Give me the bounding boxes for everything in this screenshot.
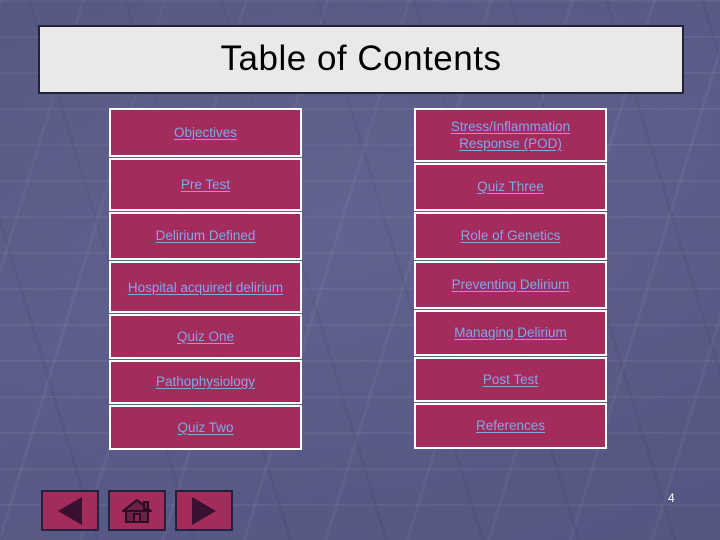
back-button[interactable] <box>41 490 99 531</box>
navigation-bar <box>41 490 233 531</box>
toc-link-label: Quiz One <box>176 328 235 344</box>
toc-link-quiz-three[interactable]: Quiz Three <box>414 163 607 211</box>
slide-canvas: Table of Contents Objectives Pre Test De… <box>0 0 720 540</box>
toc-link-label: Preventing Delirium <box>451 277 570 292</box>
toc-link-label: Managing Delirium <box>454 325 567 340</box>
toc-link-label: Delirium Defined <box>155 228 256 243</box>
toc-link-quiz-two[interactable]: Quiz Two <box>109 405 302 450</box>
toc-link-managing-delirium[interactable]: Managing Delirium <box>414 310 607 356</box>
toc-link-references[interactable]: References <box>414 403 607 449</box>
toc-link-label: Pathophysiology <box>155 374 256 389</box>
toc-link-stress-inflammation-response-pod[interactable]: Stress/Inflammation Response (POD) <box>414 108 607 162</box>
toc-link-delirium-defined[interactable]: Delirium Defined <box>109 212 302 260</box>
toc-link-post-test[interactable]: Post Test <box>414 357 607 402</box>
toc-link-role-of-genetics[interactable]: Role of Genetics <box>414 212 607 260</box>
toc-link-label: Post Test <box>482 371 539 387</box>
toc-link-quiz-one[interactable]: Quiz One <box>109 314 302 359</box>
toc-link-pre-test[interactable]: Pre Test <box>109 158 302 211</box>
toc-link-label: Objectives <box>173 124 238 140</box>
toc-link-label: Quiz Three <box>477 179 544 194</box>
toc-link-label: Stress/Inflammation Response (POD) <box>450 119 571 151</box>
toc-left-column: Objectives Pre Test Delirium Defined Hos… <box>109 108 302 451</box>
triangle-left-icon <box>58 496 82 525</box>
triangle-right-icon <box>192 496 216 525</box>
page-title: Table of Contents <box>220 39 502 79</box>
home-icon <box>122 498 152 523</box>
page-number: 4 <box>668 491 675 505</box>
toc-link-label: Quiz Two <box>177 419 234 435</box>
toc-link-label: Hospital acquired delirium <box>127 279 284 295</box>
toc-link-label: References <box>475 418 546 433</box>
toc-link-preventing-delirium[interactable]: Preventing Delirium <box>414 261 607 309</box>
toc-right-column: Stress/Inflammation Response (POD) Quiz … <box>414 108 607 450</box>
toc-link-hospital-acquired-delirium[interactable]: Hospital acquired delirium <box>109 261 302 313</box>
toc-link-label: Role of Genetics <box>460 228 561 243</box>
toc-link-objectives[interactable]: Objectives <box>109 108 302 157</box>
slide-title-box: Table of Contents <box>38 25 684 94</box>
home-button[interactable] <box>108 490 166 531</box>
toc-link-label: Pre Test <box>180 176 231 192</box>
forward-button[interactable] <box>175 490 233 531</box>
toc-link-pathophysiology[interactable]: Pathophysiology <box>109 360 302 404</box>
